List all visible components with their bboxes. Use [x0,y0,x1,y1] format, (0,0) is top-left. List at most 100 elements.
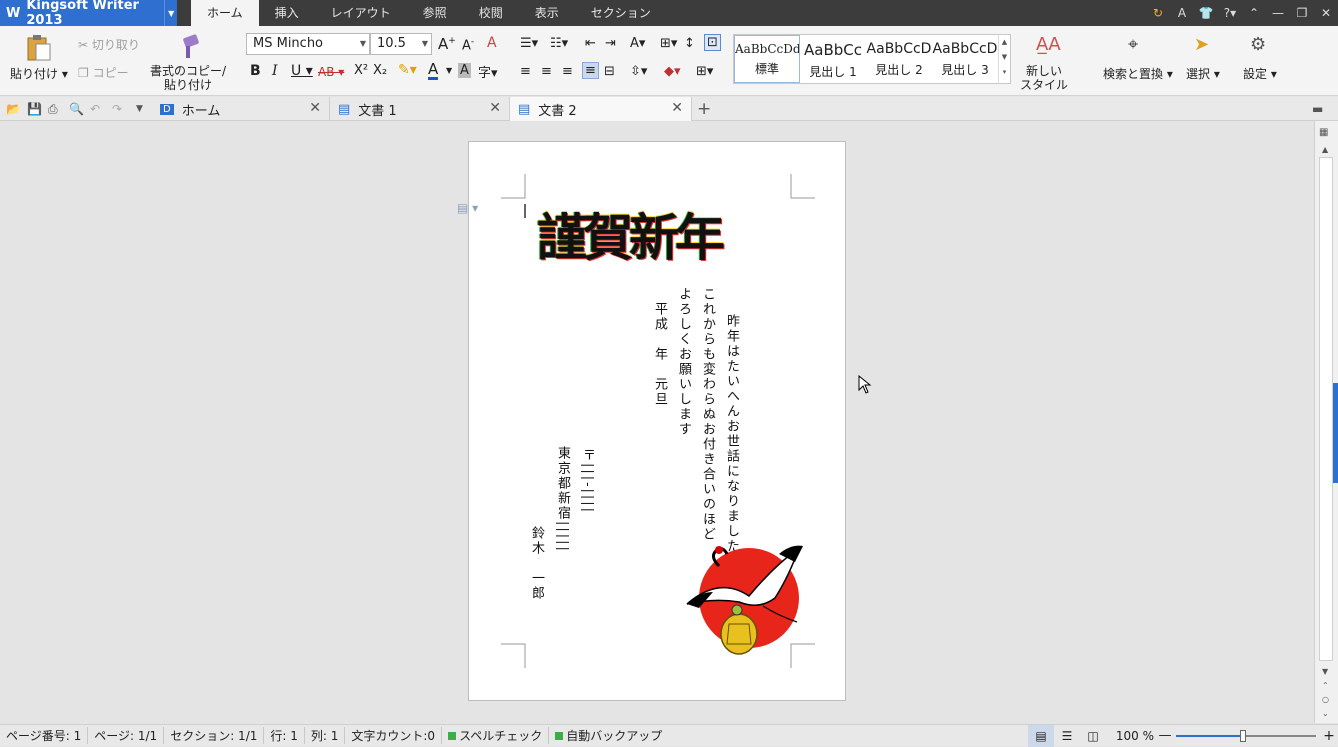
shading-icon[interactable]: ◆▾ [664,64,681,79]
format-painter-icon[interactable] [178,34,202,60]
line-spacing-icon[interactable]: ⇳▾ [630,64,647,79]
print-preview-icon[interactable]: 🔍 [69,102,84,116]
style-heading-3[interactable]: AaBbCcD 見出し 3 [932,35,998,83]
minimize-icon[interactable]: — [1266,6,1290,20]
page-view-icon[interactable]: ▤ [1028,724,1054,747]
borders-icon[interactable]: ⊞▾ [696,64,713,79]
close-icon[interactable]: ✕ [309,100,321,116]
superscript-icon[interactable]: X² [354,63,368,78]
close-icon[interactable]: ✕ [671,100,683,116]
text-direction-icon[interactable]: A▾ [630,36,645,51]
style-heading-2[interactable]: AaBbCcD 見出し 2 [866,35,932,83]
save-icon[interactable]: 💾 [27,102,42,116]
font-name-select[interactable]: MS Mincho ▼ [246,33,370,55]
menu-tab-layout[interactable]: レイアウト [315,0,407,26]
chevron-down-icon[interactable]: ▼ [136,104,143,114]
tab-home[interactable]: D ホーム ✕ [152,97,330,121]
justify-icon[interactable]: ≡ [582,62,599,79]
web-view-icon[interactable]: ◫ [1080,729,1106,743]
decrease-indent-icon[interactable]: ⇤ [585,36,596,51]
open-folder-icon[interactable]: 📂 [6,102,21,116]
select-browse-object-icon[interactable]: ○ [1322,695,1329,704]
align-right-icon[interactable]: ≡ [562,64,573,79]
menu-tab-home[interactable]: ホーム [191,0,259,26]
skin-shirt-icon[interactable]: 👕 [1194,6,1218,20]
menu-tab-view[interactable]: 表示 [519,0,575,26]
status-word-count[interactable]: 文字カウント:0 [345,727,443,744]
vertical-scrollbar[interactable]: ▦ ▲ ▼ ⌃ ○ ⌄ [1314,121,1338,723]
find-replace-button[interactable]: 検索と置換 ▾ [1103,65,1173,82]
font-size-select[interactable]: 10.5 ▼ [370,33,432,55]
underline-icon[interactable]: U ▾ [291,63,313,79]
highlight-icon[interactable]: ✎▾ [398,62,417,78]
tab-document-1[interactable]: ▤ 文書 1 ✕ [330,97,510,121]
menu-tab-review[interactable]: 校閲 [463,0,519,26]
document-page[interactable]: 謹賀新年 昨年はたいへんお世話になりました これからも変わらぬお付き合いのほど … [468,141,846,701]
subscript-icon[interactable]: X₂ [373,63,387,78]
zoom-in-icon[interactable]: + [1320,728,1338,744]
paste-options-icon[interactable]: ▤ ▾ [457,201,478,215]
outline-view-icon[interactable]: ☰ [1054,729,1080,743]
settings-icon[interactable]: ⚙ [1250,34,1266,55]
zoom-out-icon[interactable]: — [1158,728,1172,743]
copy-button[interactable]: ❐ コピー [78,64,129,81]
tab-menu-icon[interactable]: ▬ [1312,102,1323,116]
font-color-icon[interactable]: A [428,62,439,80]
menu-tab-references[interactable]: 参照 [407,0,463,26]
select-button[interactable]: 選択 ▾ [1186,65,1220,82]
help-icon[interactable]: ?▾ [1218,6,1242,20]
show-marks-icon[interactable]: ⊡ [704,34,721,51]
cut-button[interactable]: ✂ 切り取り [78,36,140,53]
refresh-icon[interactable]: ↻ [1146,6,1170,20]
distribute-icon[interactable]: ⊟ [604,64,615,79]
next-page-icon[interactable]: ⌄ [1322,709,1329,718]
document-canvas[interactable]: 謹賀新年 昨年はたいへんお世話になりました これからも変わらぬお付き合いのほど … [0,121,1314,723]
shrink-font-icon[interactable]: A- [462,37,474,53]
binoculars-icon[interactable]: ⌖ [1128,34,1138,55]
paste-button[interactable]: 貼り付け ▾ [10,65,68,82]
redo-icon[interactable]: ↷ [112,102,122,116]
char-shading-icon[interactable]: A [458,63,471,78]
undo-icon[interactable]: ↶ [90,102,100,116]
strikethrough-icon[interactable]: AB ▾ [318,65,344,79]
bold-icon[interactable]: B [250,63,261,79]
collapse-ribbon-icon[interactable]: ⌃ [1242,6,1266,20]
table-icon[interactable]: ⊞▾ [660,36,677,51]
prev-page-icon[interactable]: ⌃ [1322,681,1329,690]
close-icon[interactable]: ✕ [489,100,501,116]
format-painter-button[interactable]: 書式のコピー/貼り付け [150,64,226,92]
ruler-toggle-icon[interactable]: ▦ [1319,127,1328,138]
crane-turtle-illustration[interactable] [679,536,815,670]
align-left-icon[interactable]: ≡ [520,64,531,79]
status-auto-backup[interactable]: 自動バックアップ [549,727,668,744]
menu-tab-section[interactable]: セクション [575,0,667,26]
chevron-down-icon[interactable]: ▼ [446,66,452,75]
zoom-slider[interactable] [1176,729,1316,742]
select-cursor-icon[interactable]: ➤ [1194,34,1209,55]
font-icon[interactable]: A [1170,6,1194,20]
clear-format-icon[interactable]: A [487,35,497,51]
settings-button[interactable]: 設定 ▾ [1243,65,1277,82]
bullets-icon[interactable]: ☰▾ [520,36,538,51]
italic-icon[interactable]: I [272,63,278,79]
status-spellcheck[interactable]: スペルチェック [442,727,550,744]
style-gallery-scroll[interactable]: ▲ ▼ ▾ [998,35,1010,83]
paste-icon[interactable] [26,34,52,62]
style-normal[interactable]: AaBbCcDd 標準 [734,35,800,83]
menu-tab-insert[interactable]: 挿入 [259,0,315,26]
app-menu-button[interactable]: W Kingsoft Writer 2013 ▼ [0,0,177,28]
new-style-icon[interactable]: A̲A [1036,34,1061,55]
close-icon[interactable]: ✕ [1314,6,1338,20]
increase-indent-icon[interactable]: ⇥ [605,36,616,51]
greeting-title-art[interactable]: 謹賀新年 [537,208,757,268]
chevron-down-icon[interactable]: ▼ [164,0,177,26]
side-panel-handle[interactable] [1333,383,1338,483]
scroll-thumb[interactable] [1319,157,1333,661]
print-icon[interactable]: ⎙ [48,102,58,117]
align-center-icon[interactable]: ≡ [541,64,552,79]
tab-document-2[interactable]: ▤ 文書 2 ✕ [510,97,692,121]
phonetic-guide-icon[interactable]: 字▾ [478,62,498,81]
sort-icon[interactable]: ↕ [684,36,695,51]
style-heading-1[interactable]: AaBbCc 見出し 1 [800,35,866,83]
restore-icon[interactable]: ❐ [1290,6,1314,20]
